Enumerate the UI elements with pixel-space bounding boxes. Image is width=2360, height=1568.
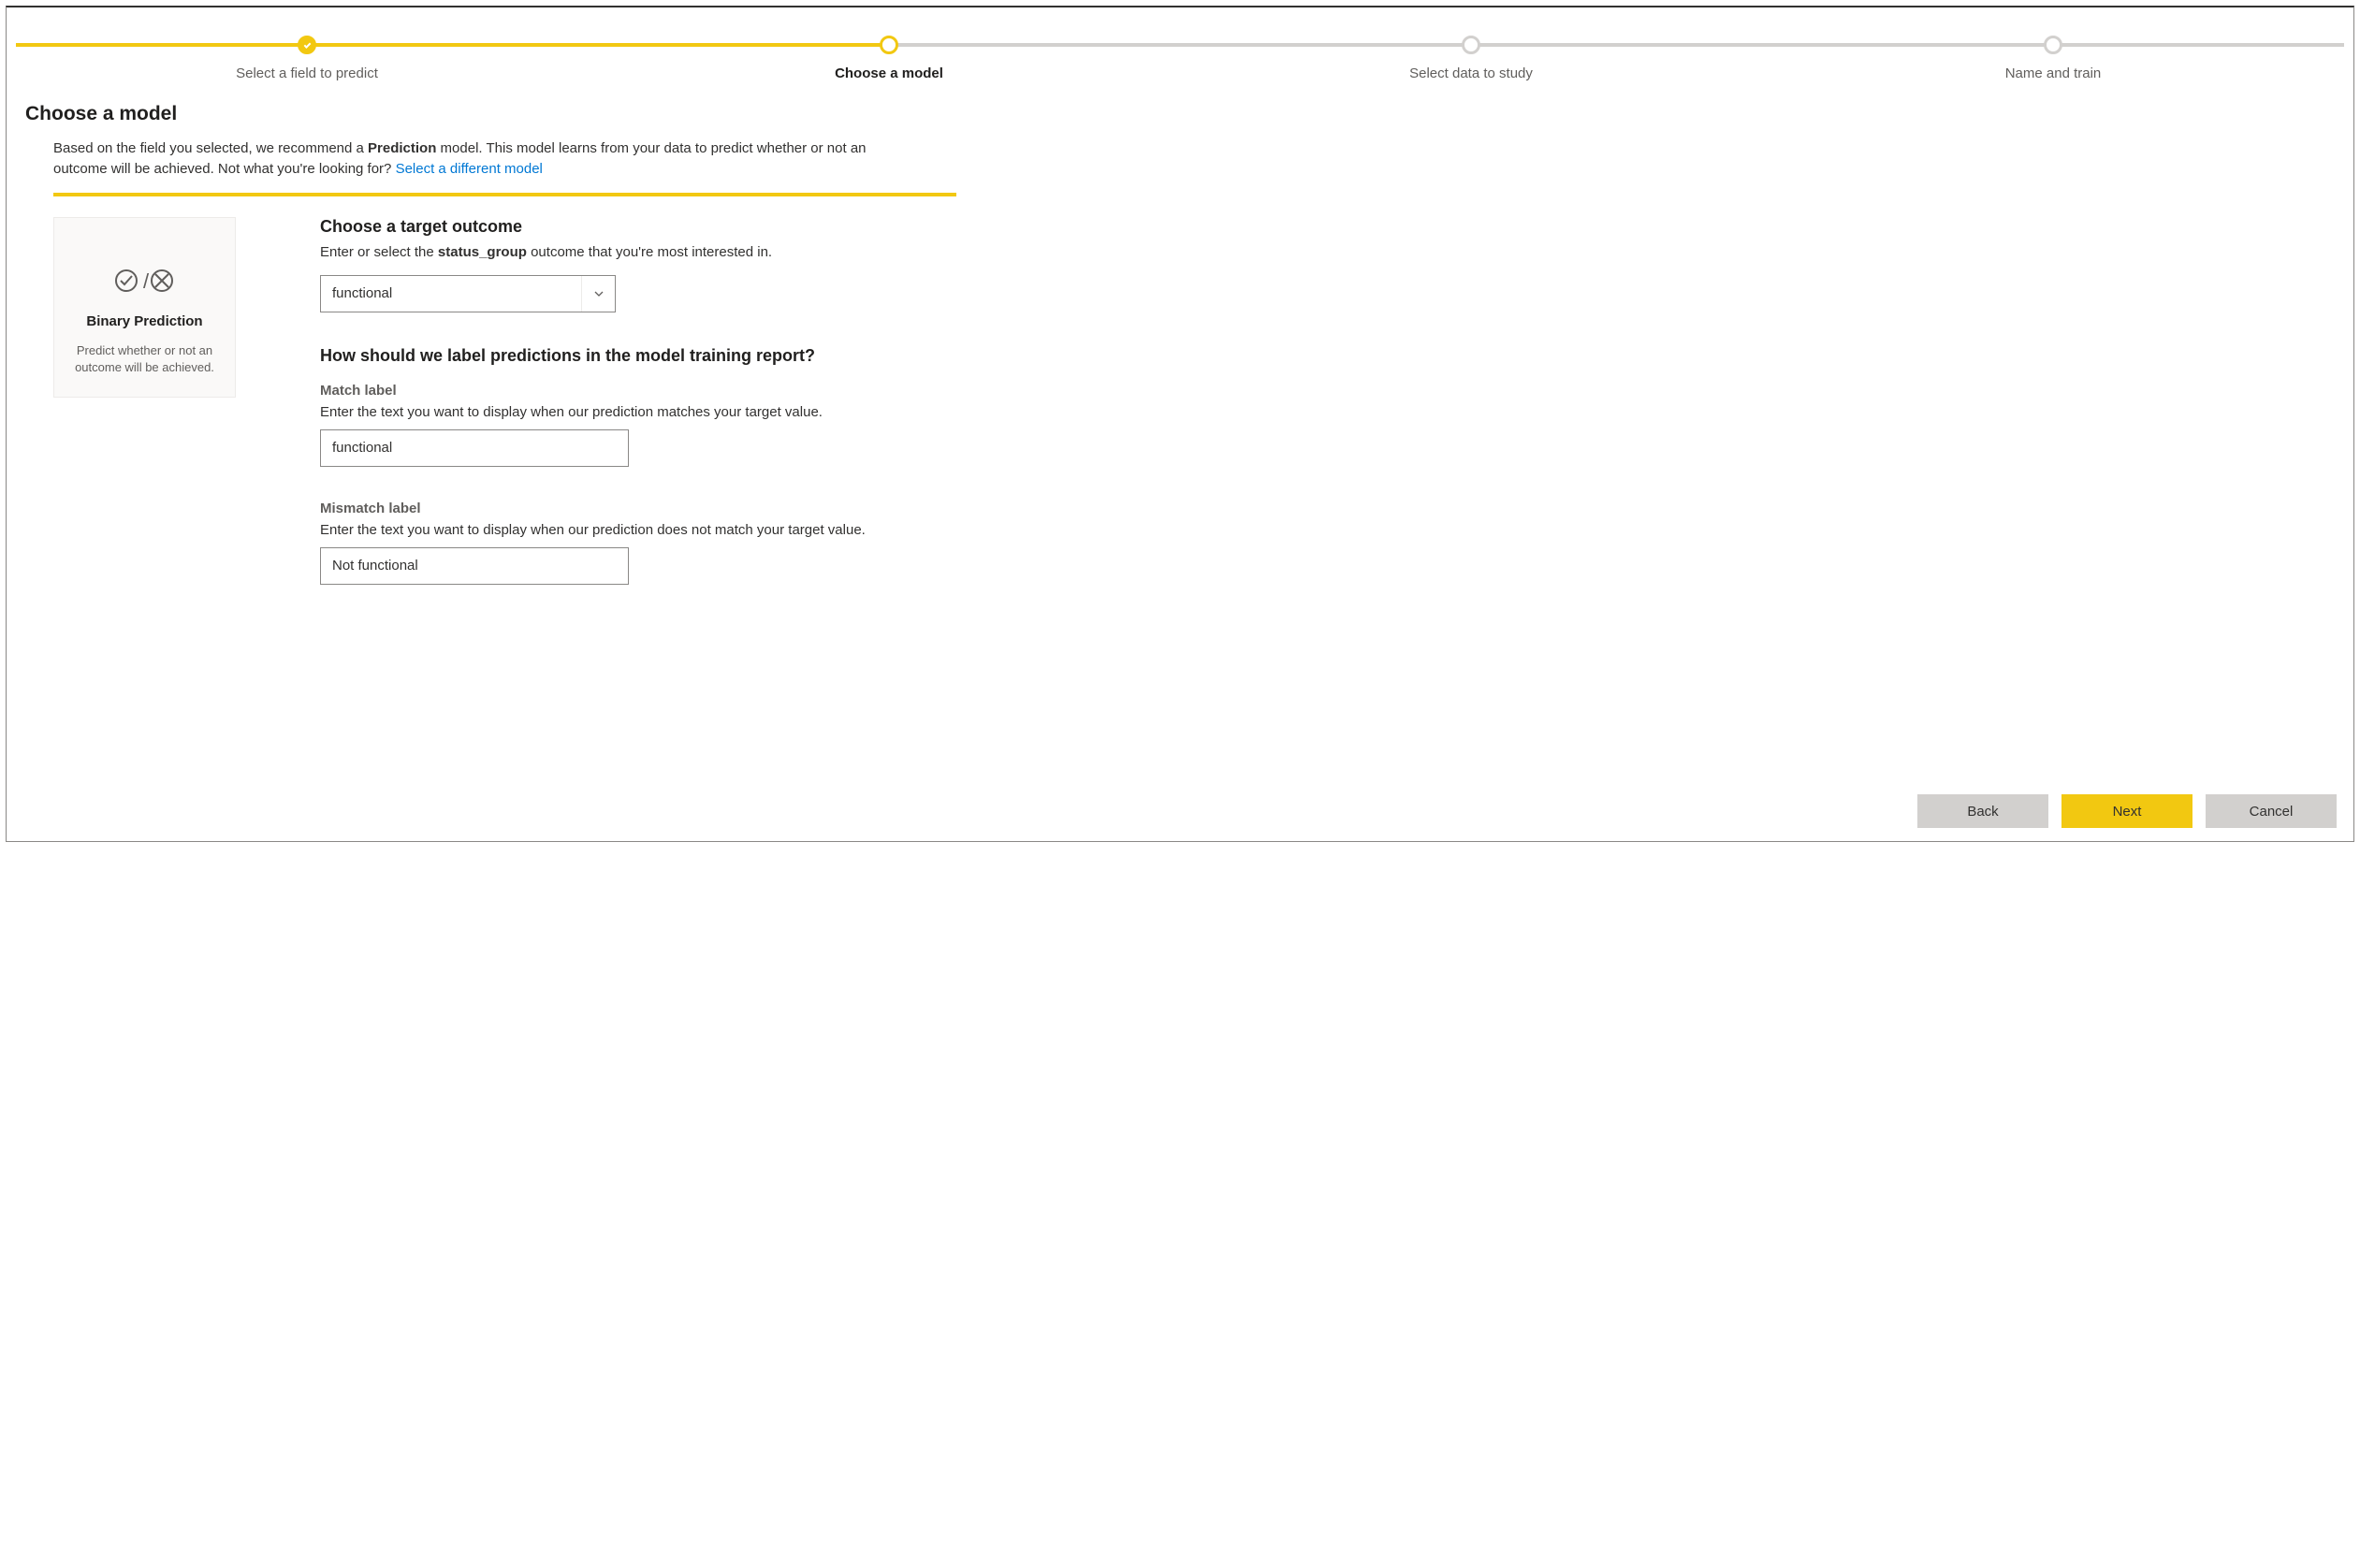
step-future-icon	[2044, 36, 2062, 54]
cancel-button[interactable]: Cancel	[2206, 794, 2337, 828]
match-label-help: Enter the text you want to display when …	[320, 404, 994, 420]
back-button[interactable]: Back	[1917, 794, 2048, 828]
target-outcome-sub: Enter or select the status_group outcome…	[320, 244, 994, 260]
step-label: Choose a model	[598, 65, 1180, 81]
model-card-binary-prediction[interactable]: / Binary Prediction Predict whether or n…	[53, 217, 236, 398]
model-card-desc: Predict whether or not an outcome will b…	[67, 342, 222, 376]
labels-heading: How should we label predictions in the m…	[320, 346, 994, 366]
mismatch-label-help: Enter the text you want to display when …	[320, 522, 994, 538]
mismatch-label-input[interactable]	[320, 547, 629, 585]
step-done-icon	[298, 36, 316, 54]
accent-divider	[53, 193, 956, 196]
step-label: Select a field to predict	[16, 65, 598, 81]
step-select-data[interactable]: Select data to study	[1180, 34, 1762, 81]
wizard-frame: Select a field to predict Choose a model…	[6, 6, 2354, 842]
intro-text: Based on the field you selected, we reco…	[53, 138, 914, 180]
match-label-title: Match label	[320, 383, 994, 399]
model-card-title: Binary Prediction	[67, 313, 222, 329]
chevron-down-icon[interactable]	[581, 276, 615, 312]
target-outcome-heading: Choose a target outcome	[320, 217, 994, 237]
next-button[interactable]: Next	[2061, 794, 2192, 828]
match-label-input[interactable]	[320, 429, 629, 467]
dropdown-selected-value: functional	[321, 285, 581, 301]
step-choose-model[interactable]: Choose a model	[598, 34, 1180, 81]
step-name-train[interactable]: Name and train	[1762, 34, 2344, 81]
wizard-stepper: Select a field to predict Choose a model…	[16, 34, 2344, 90]
select-different-model-link[interactable]: Select a different model	[396, 161, 543, 177]
step-current-icon	[880, 36, 898, 54]
wizard-footer: Back Next Cancel	[1917, 794, 2337, 828]
svg-text:/: /	[143, 269, 150, 293]
step-future-icon	[1462, 36, 1480, 54]
mismatch-label-title: Mismatch label	[320, 501, 994, 516]
step-label: Select data to study	[1180, 65, 1762, 81]
step-label: Name and train	[1762, 65, 2344, 81]
target-outcome-dropdown[interactable]: functional	[320, 275, 616, 312]
binary-prediction-icon: /	[67, 267, 222, 295]
page-title: Choose a model	[25, 103, 2353, 125]
step-select-field[interactable]: Select a field to predict	[16, 34, 598, 81]
